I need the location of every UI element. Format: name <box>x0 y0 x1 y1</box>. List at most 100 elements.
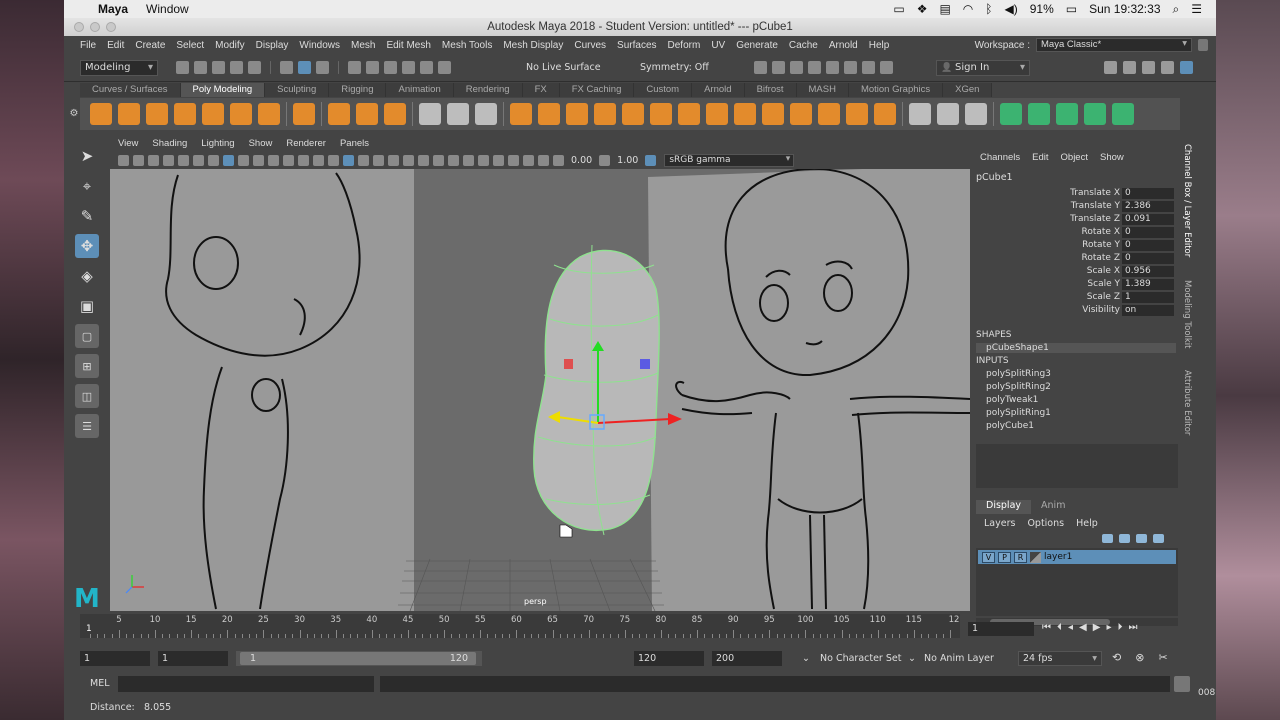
tool-settings-icon[interactable] <box>1161 61 1174 74</box>
outliner-layout-icon[interactable]: ☰ <box>75 414 99 438</box>
open-scene-icon[interactable] <box>194 61 207 74</box>
attr-translate-z[interactable]: Translate Z 0.091 <box>972 214 1182 226</box>
snap-view-plane-icon[interactable] <box>402 61 415 74</box>
poly-sphere-icon[interactable] <box>90 103 112 125</box>
insert-edge-loop-icon[interactable] <box>937 103 959 125</box>
ipr-render-icon[interactable] <box>790 61 803 74</box>
append-icon[interactable] <box>734 103 756 125</box>
extract-icon[interactable] <box>1084 103 1106 125</box>
layer-menu-help[interactable]: Help <box>1076 518 1098 529</box>
anim-end-field[interactable]: 120 <box>634 651 704 666</box>
attr-translate-y[interactable]: Translate Y 2.386 <box>972 201 1182 213</box>
hypershade-icon[interactable] <box>826 61 839 74</box>
reduce-icon[interactable] <box>874 103 896 125</box>
pause-render-icon[interactable] <box>880 61 893 74</box>
layer-playback-toggle[interactable]: P <box>998 551 1011 563</box>
menu-cache[interactable]: Cache <box>789 40 818 51</box>
multisample-aa-icon[interactable] <box>463 154 474 166</box>
anim-layer-icon[interactable]: ⌄ <box>908 651 916 666</box>
extrude-icon[interactable] <box>622 103 644 125</box>
motion-blur-icon[interactable] <box>448 154 459 166</box>
bookmarks-icon[interactable] <box>163 154 174 166</box>
attr-value[interactable]: 0 <box>1122 227 1174 238</box>
new-layer-selected-icon[interactable] <box>1153 534 1164 543</box>
redo-icon[interactable] <box>248 61 261 74</box>
scene-end-field[interactable]: 200 <box>712 651 782 666</box>
range-slider[interactable]: 1 120 <box>236 651 482 666</box>
lock-icon[interactable] <box>1198 39 1208 51</box>
script-editor-icon[interactable] <box>1174 676 1190 692</box>
viewport-menu-panels[interactable]: Panels <box>340 138 369 151</box>
attr-scale-x[interactable]: Scale X 0.956 <box>972 266 1182 278</box>
input-node[interactable]: polySplitRing2 <box>986 382 1051 392</box>
channel-menu-object[interactable]: Object <box>1061 152 1088 168</box>
attr-value[interactable]: 0 <box>1122 188 1174 199</box>
step-forward-key-icon[interactable]: ▸ <box>1106 622 1111 633</box>
default-material-icon[interactable] <box>358 154 369 166</box>
menu-file[interactable]: File <box>80 40 96 51</box>
shelf-tab-rendering[interactable]: Rendering <box>453 83 523 97</box>
clock[interactable]: Sun 19:32:33 <box>1089 2 1160 16</box>
character-set-icon[interactable]: ⌄ <box>802 651 810 666</box>
attr-value[interactable]: 0 <box>1122 253 1174 264</box>
xray-components-icon[interactable] <box>538 154 549 166</box>
menu-create[interactable]: Create <box>135 40 165 51</box>
menu-generate[interactable]: Generate <box>736 40 778 51</box>
snap-live-icon[interactable] <box>438 61 451 74</box>
textured-icon[interactable] <box>388 154 399 166</box>
grease-pencil-icon[interactable] <box>208 154 219 166</box>
notification-center-icon[interactable]: ☰ <box>1191 2 1202 16</box>
side-tab-attribute-editor[interactable]: Attribute Editor <box>1182 370 1192 435</box>
channel-menu-edit[interactable]: Edit <box>1032 152 1048 168</box>
two-pane-layout-icon[interactable]: ◫ <box>75 384 99 408</box>
fill-hole-icon[interactable] <box>706 103 728 125</box>
menu-mesh-display[interactable]: Mesh Display <box>503 40 563 51</box>
isolate-select-icon[interactable] <box>493 154 504 166</box>
menubar-item-window[interactable]: Window <box>146 2 189 16</box>
scale-tool-icon[interactable]: ▣ <box>75 294 99 318</box>
menu-modify[interactable]: Modify <box>215 40 244 51</box>
lasso-tool-icon[interactable]: ⌖ <box>75 174 99 198</box>
attr-rotate-z[interactable]: Rotate Z0 <box>972 253 1182 265</box>
xray-icon[interactable] <box>508 154 519 166</box>
minimize-window-button[interactable] <box>90 22 100 32</box>
snap-grid-icon[interactable] <box>348 61 361 74</box>
menu-mesh-tools[interactable]: Mesh Tools <box>442 40 492 51</box>
anim-layer-dropdown[interactable]: No Anim Layer <box>924 651 994 666</box>
bevel-icon[interactable] <box>678 103 700 125</box>
field-chart-icon[interactable] <box>283 154 294 166</box>
menu-curves[interactable]: Curves <box>574 40 606 51</box>
shelf-tab-xgen[interactable]: XGen <box>943 83 993 97</box>
spotlight-icon[interactable]: ⌕ <box>1173 2 1180 17</box>
sculpt-icon[interactable] <box>419 103 441 125</box>
undo-icon[interactable] <box>230 61 243 74</box>
play-forwards-icon[interactable]: ▶ <box>1093 622 1101 633</box>
viewport-menu-view[interactable]: View <box>118 138 138 151</box>
boolean-icon[interactable] <box>790 103 812 125</box>
depth-of-field-icon[interactable] <box>478 154 489 166</box>
attr-scale-y[interactable]: Scale Y 1.389 <box>972 279 1182 291</box>
layer-menu-options[interactable]: Options <box>1027 518 1064 529</box>
safe-title-icon[interactable] <box>313 154 324 166</box>
render-frame-icon[interactable] <box>772 61 785 74</box>
menu-mesh[interactable]: Mesh <box>351 40 375 51</box>
offset-edge-loop-icon[interactable] <box>965 103 987 125</box>
shelf-tab-motion-graphics[interactable]: Motion Graphics <box>848 83 944 97</box>
shelf-tab-poly-modeling[interactable]: Poly Modeling <box>180 83 266 97</box>
zoom-window-button[interactable] <box>106 22 116 32</box>
current-frame-field[interactable]: 1 <box>968 622 1034 636</box>
command-input[interactable] <box>118 676 374 692</box>
live-surface-field[interactable]: No Live Surface <box>526 62 601 73</box>
multi-cut-icon[interactable] <box>909 103 931 125</box>
channel-menu-show[interactable]: Show <box>1100 152 1124 168</box>
play-backwards-icon[interactable]: ◀ <box>1079 622 1087 633</box>
workspace-dropdown[interactable]: Maya Classic* <box>1036 38 1192 52</box>
poly-cube-icon[interactable] <box>118 103 140 125</box>
screen-space-ao-icon[interactable] <box>433 154 444 166</box>
xray-joints-icon[interactable] <box>523 154 534 166</box>
dropbox-icon[interactable]: ❖ <box>917 2 928 16</box>
menu-deform[interactable]: Deform <box>668 40 701 51</box>
platonic-solid-icon[interactable] <box>293 103 315 125</box>
save-scene-icon[interactable] <box>212 61 225 74</box>
poly-cone-icon[interactable] <box>174 103 196 125</box>
